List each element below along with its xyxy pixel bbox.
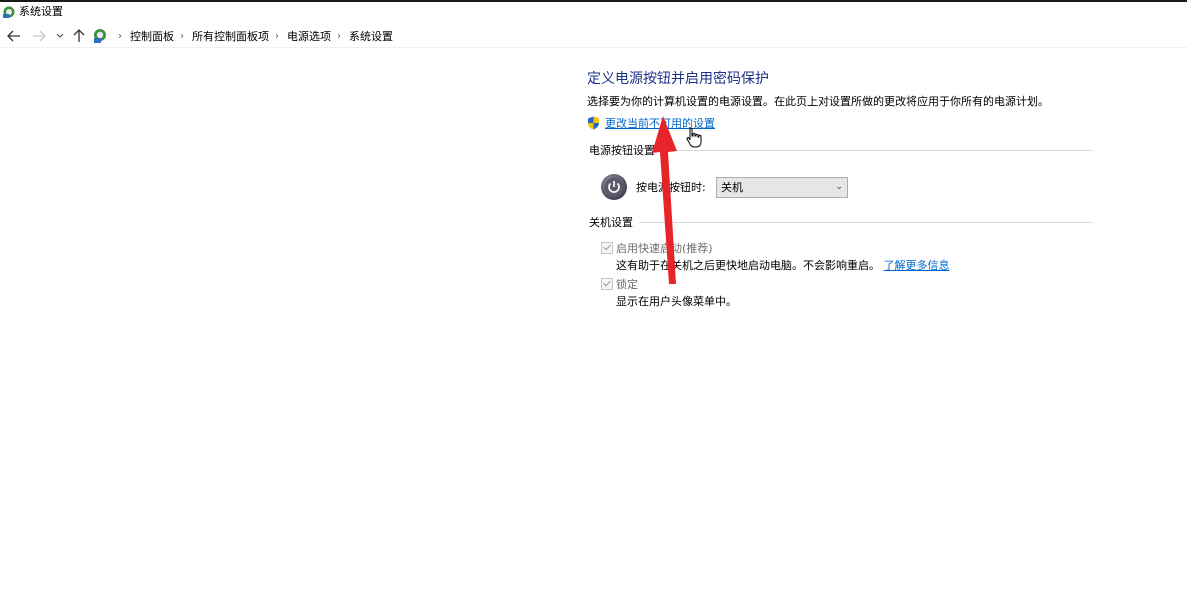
lock-label: 锁定: [616, 278, 638, 291]
up-button[interactable]: [71, 28, 87, 44]
chevron-right-icon[interactable]: ›: [337, 31, 341, 42]
breadcrumb: › 控制面板 › 所有控制面板项 › 电源选项 › 系统设置: [92, 28, 393, 44]
arrow-up-icon: [73, 29, 85, 42]
page-title: 定义电源按钮并启用密码保护: [587, 71, 769, 87]
fast-startup-description: 这有助于在关机之后更快地启动电脑。不会影响重启。: [616, 259, 880, 272]
learn-more-link[interactable]: 了解更多信息: [884, 259, 950, 272]
chevron-right-icon[interactable]: ›: [275, 31, 279, 42]
lock-checkbox-row: 锁定: [601, 276, 638, 292]
chevron-right-icon: ›: [118, 30, 122, 42]
breadcrumb-item-control-panel[interactable]: 控制面板: [130, 28, 174, 44]
forward-button[interactable]: [31, 28, 47, 44]
title-bar: 系统设置: [0, 2, 1187, 24]
hand-cursor-icon: [686, 127, 702, 148]
breadcrumb-item-system-settings[interactable]: 系统设置: [349, 28, 393, 44]
lock-description: 显示在用户头像菜单中。: [616, 295, 737, 308]
breadcrumb-item-all-items[interactable]: 所有控制面板项: [192, 28, 269, 44]
power-button-label: 按电源按钮时:: [636, 181, 706, 194]
arrow-left-icon: [7, 30, 20, 42]
power-button-action-value: 关机: [721, 181, 743, 194]
section-divider: [639, 222, 1093, 223]
control-panel-icon: [3, 6, 15, 18]
lock-checkbox[interactable]: [601, 278, 613, 290]
section-divider: [652, 150, 1093, 151]
fast-startup-checkbox-row: 启用快速启动(推荐): [601, 240, 713, 256]
power-button-action-select[interactable]: 关机 ⌄: [716, 177, 848, 198]
power-icon: [601, 174, 627, 200]
shutdown-section-title: 关机设置: [589, 216, 633, 229]
change-unavailable-settings-link[interactable]: 更改当前不可用的设置: [605, 115, 715, 131]
control-panel-icon: [94, 29, 106, 43]
chevron-right-icon[interactable]: ›: [180, 31, 184, 42]
recent-locations-button[interactable]: [54, 28, 66, 44]
power-button-row: 按电源按钮时:: [600, 173, 706, 201]
window-title: 系统设置: [19, 5, 63, 18]
arrow-right-icon: [33, 30, 46, 42]
chevron-down-icon: ⌄: [835, 182, 843, 192]
address-bar: › 控制面板 › 所有控制面板项 › 电源选项 › 系统设置: [0, 25, 1187, 48]
page-description: 选择要为你的计算机设置的电源设置。在此页上对设置所做的更改将应用于你所有的电源计…: [587, 95, 1049, 108]
back-button[interactable]: [6, 28, 22, 44]
fast-startup-checkbox[interactable]: [601, 242, 613, 254]
chevron-down-icon: [56, 33, 64, 38]
power-button-section-title: 电源按钮设置: [589, 144, 655, 157]
fast-startup-description-row: 这有助于在关机之后更快地启动电脑。不会影响重启。 了解更多信息: [616, 257, 950, 273]
breadcrumb-item-power-options[interactable]: 电源选项: [287, 28, 331, 44]
fast-startup-label: 启用快速启动(推荐): [616, 242, 713, 255]
change-settings-row: 更改当前不可用的设置: [587, 115, 715, 131]
uac-shield-icon: [588, 116, 599, 130]
